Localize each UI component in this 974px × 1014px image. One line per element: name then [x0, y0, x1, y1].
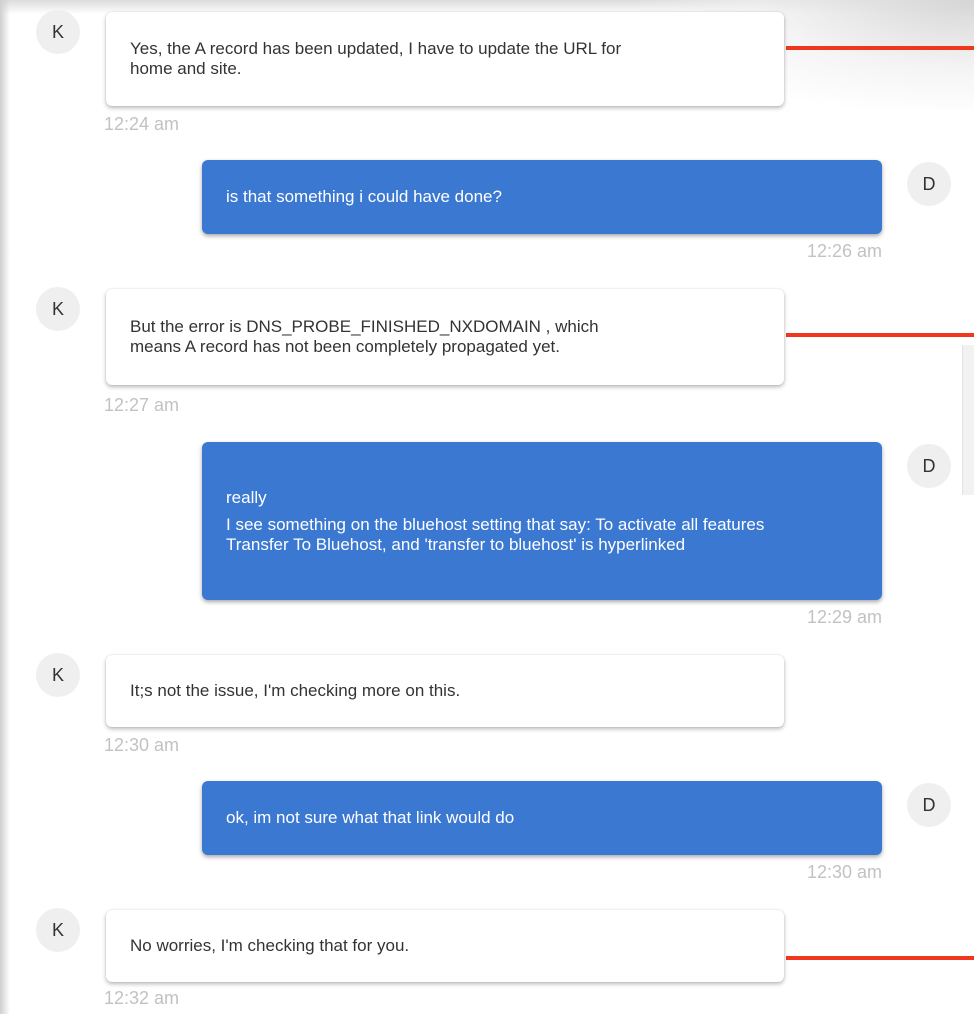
screenshot-edge-shadow-left — [0, 0, 10, 1014]
user-message: ok, im not sure what that link would do — [202, 781, 882, 855]
agent-avatar: K — [36, 287, 80, 331]
agent-message: But the error is DNS_PROBE_FINISHED_NXDO… — [106, 289, 784, 385]
message-timestamp: 12:26 am — [806, 241, 882, 261]
message-text: I see something on the bluehost setting … — [226, 514, 765, 534]
message-timestamp: 12:29 am — [806, 607, 882, 627]
message-timestamp: 12:27 am — [104, 395, 180, 415]
message-text: Transfer To Bluehost, and 'transfer to b… — [226, 534, 686, 554]
annotation-line — [786, 46, 974, 50]
message-timestamp: 12:24 am — [104, 114, 180, 134]
message-text: really — [226, 487, 267, 507]
message-text: means A record has not been completely p… — [130, 337, 560, 356]
annotation-line — [786, 333, 974, 337]
message-text: It;s not the issue, I'm checking more on… — [130, 681, 461, 700]
message-text: is that something i could have done? — [226, 187, 502, 206]
message-timestamp: 12:32 am — [104, 988, 180, 1008]
user-avatar: D — [907, 162, 951, 206]
user-message: is that something i could have done? — [202, 160, 882, 234]
message-timestamp: 12:30 am — [806, 862, 882, 882]
user-avatar: D — [907, 444, 951, 488]
message-timestamp: 12:30 am — [104, 735, 180, 755]
message-text: Yes, the A record has been updated, I ha… — [130, 39, 622, 58]
message-text: No worries, I'm checking that for you. — [130, 936, 410, 955]
user-message: really I see something on the bluehost s… — [202, 442, 882, 600]
chat-transcript: K Yes, the A record has been updated, I … — [0, 0, 974, 1014]
agent-avatar: K — [36, 653, 80, 697]
message-text: ok, im not sure what that link would do — [226, 808, 515, 827]
message-text: But the error is DNS_PROBE_FINISHED_NXDO… — [130, 317, 599, 336]
annotation-line — [786, 956, 974, 960]
agent-message: Yes, the A record has been updated, I ha… — [106, 12, 784, 106]
agent-avatar: K — [36, 10, 80, 54]
side-panel-edge — [962, 345, 974, 495]
agent-message: No worries, I'm checking that for you. — [106, 910, 784, 982]
agent-avatar: K — [36, 908, 80, 952]
message-text: home and site. — [130, 59, 242, 78]
user-avatar: D — [907, 783, 951, 827]
agent-message: It;s not the issue, I'm checking more on… — [106, 655, 784, 727]
